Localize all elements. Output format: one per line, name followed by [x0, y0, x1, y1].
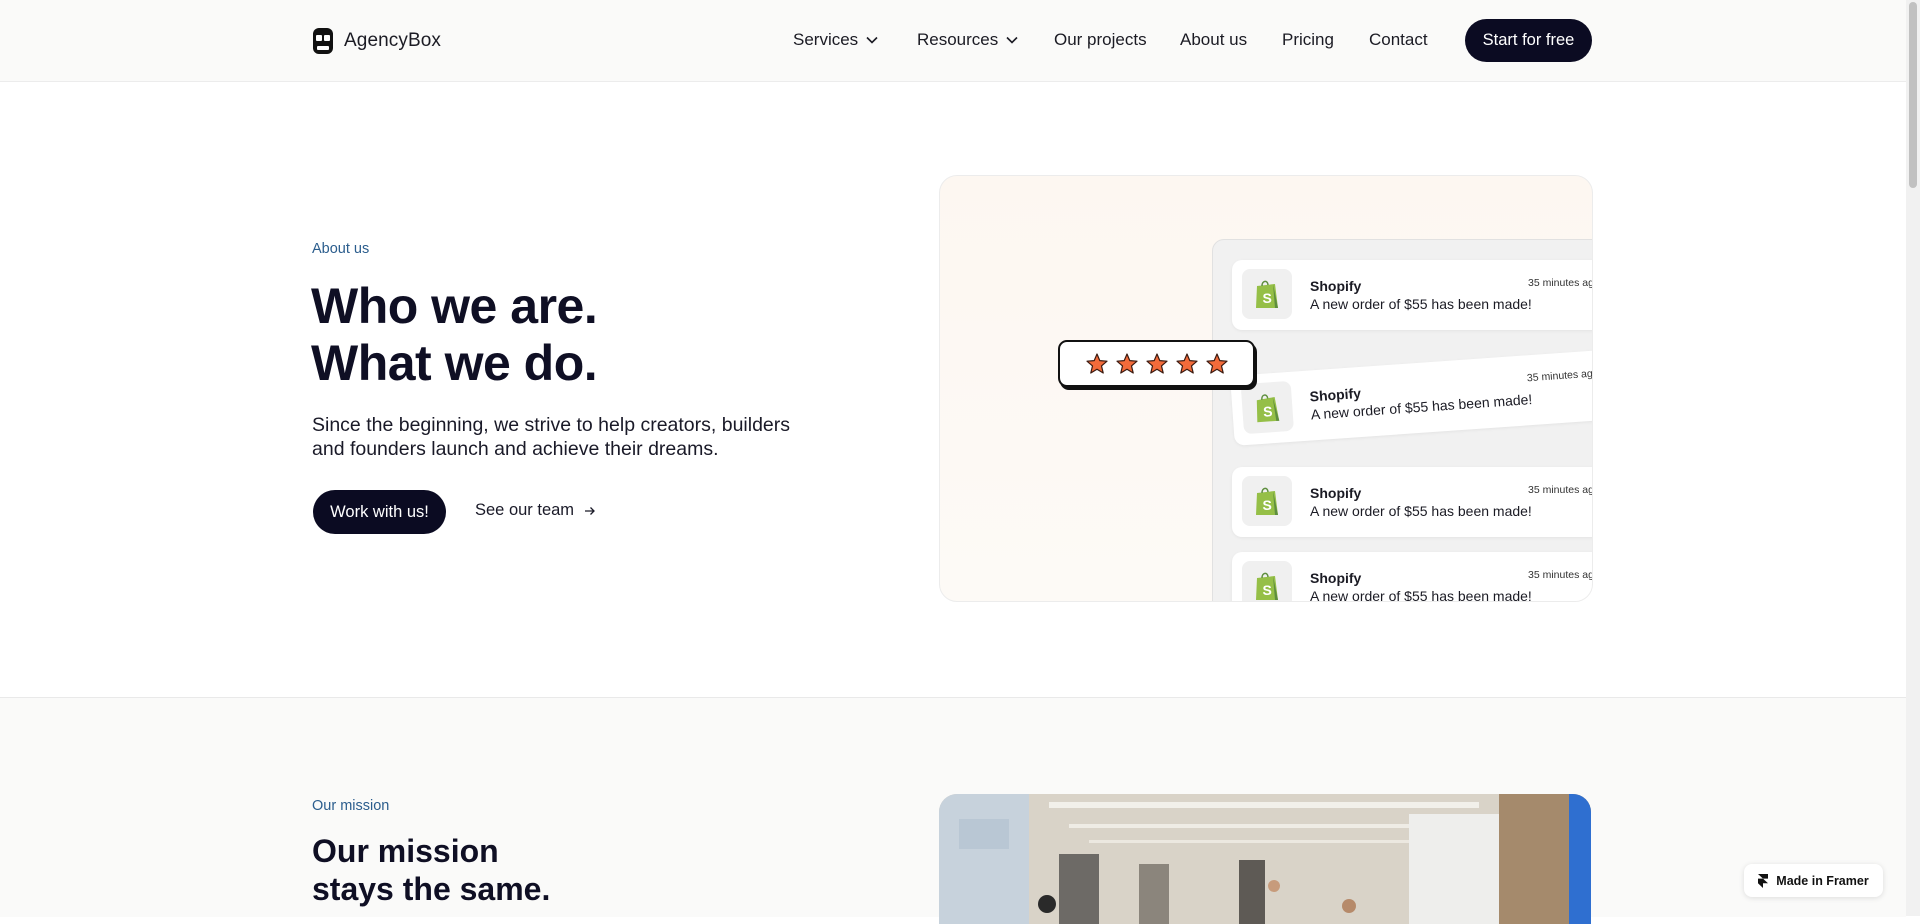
notification-brand: Shopify [1310, 570, 1362, 586]
star-icon [1115, 352, 1138, 374]
svg-text:S: S [1263, 497, 1272, 513]
notification-brand: Shopify [1309, 384, 1362, 405]
notification-time: 35 minutes ago [1528, 569, 1593, 581]
notification-time: 35 minutes ago [1528, 277, 1593, 289]
office-photo-illustration [939, 794, 1591, 924]
hero-title: Who we are. What we do. [311, 278, 598, 392]
notification-message: A new order of $55 has been made! [1310, 296, 1532, 312]
nav-label: About us [1180, 30, 1248, 49]
notification-message: A new order of $55 has been made! [1310, 503, 1532, 519]
shopify-bag-icon: S [1256, 394, 1280, 423]
notification-card: S Shopify A new order of $55 has been ma… [1232, 260, 1593, 330]
nav-item-our-projects[interactable]: Our projects [1054, 30, 1147, 50]
nav-label: Pricing [1282, 30, 1334, 49]
mission-title: Our mission stays the same. [312, 832, 550, 908]
hero-title-line-1: Who we are. [311, 278, 598, 334]
showcase-card: S Shopify A new order of $55 has been ma… [939, 175, 1593, 602]
shopify-bag-icon: S [1256, 572, 1278, 600]
nav-label: Services [793, 30, 859, 49]
framer-logo-icon [1758, 873, 1769, 888]
star-icon [1175, 352, 1198, 374]
nav-label: Contact [1369, 30, 1428, 49]
notification-brand: Shopify [1310, 485, 1362, 501]
five-star-rating [1058, 340, 1255, 387]
badge-label: Made in Framer [1776, 873, 1869, 888]
svg-text:S: S [1263, 582, 1272, 598]
nav-item-about-us[interactable]: About us [1180, 30, 1247, 50]
scrollbar-thumb[interactable] [1909, 2, 1917, 188]
mission-title-line-1: Our mission [312, 833, 499, 869]
nav-item-pricing[interactable]: Pricing [1282, 30, 1334, 50]
hero-subtitle: Since the beginning, we strive to help c… [312, 414, 791, 460]
chevron-down-icon [1006, 36, 1018, 44]
site-header: AgencyBox Services Resources Our project… [0, 0, 1906, 82]
brand-logo[interactable]: AgencyBox [312, 27, 441, 55]
shopify-bag-icon: S [1256, 280, 1278, 308]
nav-item-resources[interactable]: Resources [917, 30, 1018, 50]
notification-brand: Shopify [1310, 278, 1362, 294]
page-scrollbar[interactable] [1906, 0, 1920, 916]
see-our-team-label: See our team [475, 501, 575, 519]
mission-title-line-2: stays the same. [312, 871, 551, 907]
star-icon [1145, 352, 1168, 374]
made-in-framer-badge[interactable]: Made in Framer [1744, 864, 1883, 897]
shopify-bag-icon: S [1256, 487, 1278, 515]
shopify-icon-box: S [1242, 269, 1292, 319]
work-with-us-button[interactable]: Work with us! [313, 490, 446, 534]
svg-text:S: S [1263, 290, 1272, 306]
agencybox-logo-icon [313, 28, 333, 54]
notification-card: S Shopify A new order of $55 has been ma… [1232, 467, 1593, 537]
shopify-icon-box: S [1242, 476, 1292, 526]
hero-title-line-2: What we do. [311, 335, 598, 391]
chevron-down-icon [866, 36, 878, 44]
start-for-free-button[interactable]: Start for free [1465, 19, 1592, 62]
shopify-icon-box: S [1242, 561, 1292, 601]
notification-message: A new order of $55 has been made! [1310, 588, 1532, 602]
nav-label: Resources [917, 30, 999, 49]
svg-text:S: S [1263, 403, 1273, 420]
office-photo [939, 794, 1591, 924]
nav-item-contact[interactable]: Contact [1369, 30, 1428, 50]
see-our-team-link[interactable]: See our team [475, 501, 596, 520]
notification-time: 35 minutes ago [1526, 367, 1593, 385]
shopify-icon-box: S [1240, 380, 1295, 435]
nav-label: Our projects [1054, 30, 1147, 49]
notification-card: S Shopify A new order of $55 has been ma… [1232, 552, 1593, 602]
brand-name: AgencyBox [344, 30, 442, 51]
mission-section: Our mission Our mission stays the same. [0, 697, 1906, 924]
hero-eyebrow: About us [312, 241, 370, 257]
arrow-right-icon [585, 506, 595, 515]
nav-item-services[interactable]: Services [793, 30, 878, 50]
star-icon [1085, 352, 1108, 374]
notification-time: 35 minutes ago [1528, 484, 1593, 496]
star-icon [1205, 352, 1228, 374]
mission-eyebrow: Our mission [312, 798, 390, 814]
